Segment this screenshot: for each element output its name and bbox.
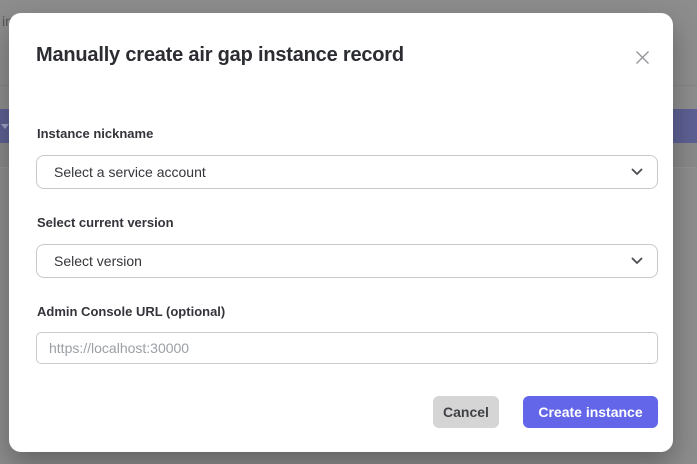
close-icon[interactable] [630,45,654,69]
chevron-down-icon [631,168,643,176]
admin-console-url-label: Admin Console URL (optional) [37,304,225,319]
screen: in Manually create air gap instance reco… [0,0,697,464]
chevron-down-icon [631,257,643,265]
modal-title: Manually create air gap instance record [36,44,404,67]
current-version-label: Select current version [37,215,174,230]
background-caret-icon [1,124,9,129]
instance-nickname-label: Instance nickname [37,126,153,141]
service-account-select-value: Select a service account [54,164,631,180]
service-account-select[interactable]: Select a service account [36,155,658,189]
create-air-gap-instance-modal: Manually create air gap instance record … [9,13,673,452]
admin-console-url-input[interactable] [36,332,658,364]
cancel-button[interactable]: Cancel [433,396,499,428]
close-x-glyph [635,50,650,65]
version-select[interactable]: Select version [36,244,658,278]
create-instance-button[interactable]: Create instance [523,396,658,428]
version-select-value: Select version [54,253,631,269]
